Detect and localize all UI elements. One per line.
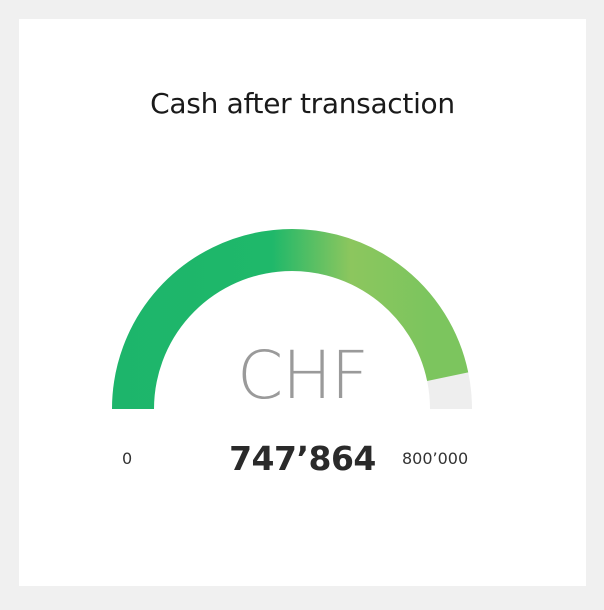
gauge-card: Cash after transaction CHF 0 747’864 800… [19, 19, 586, 586]
gauge-chart [112, 229, 472, 410]
gauge-max-label: 800’000 [402, 449, 469, 468]
gauge-value: 747’864 [229, 439, 376, 478]
currency-unit: CHF [237, 337, 369, 414]
